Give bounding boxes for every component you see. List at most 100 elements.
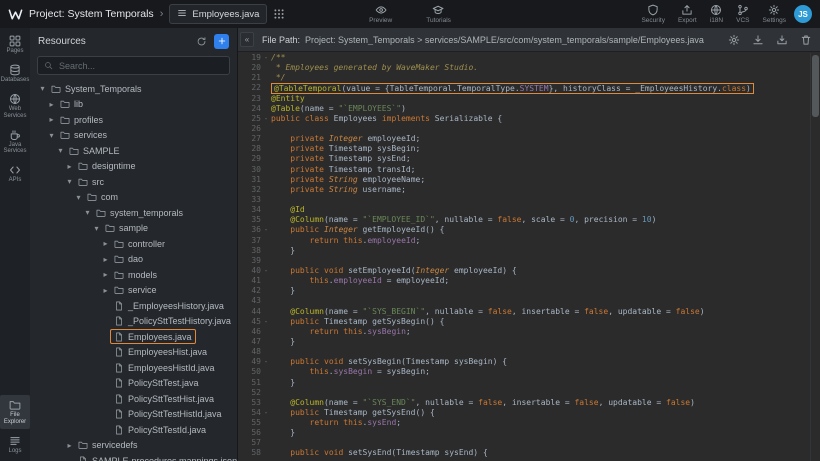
code-line-23[interactable]: 23@Entity: [238, 94, 811, 104]
code-editor[interactable]: 19-/**20 * Employees generated by WaveMa…: [238, 53, 811, 461]
expand-arrow-icon[interactable]: ▾: [92, 224, 101, 233]
code-line-33[interactable]: 33: [238, 195, 811, 205]
tree-item-employeeshistory-java[interactable]: _EmployeesHistory.java: [34, 298, 237, 314]
code-line-38[interactable]: 38 }: [238, 246, 811, 256]
rail-item-file-explorer[interactable]: File Explorer: [0, 395, 30, 429]
expand-arrow-icon[interactable]: ▾: [47, 131, 56, 140]
toolbar-item-preview[interactable]: Preview: [369, 4, 392, 24]
code-line-21[interactable]: 21 */: [238, 73, 811, 83]
rail-item-apis[interactable]: APIs: [0, 160, 30, 187]
tree-item-com[interactable]: ▾com: [34, 190, 237, 206]
fold-marker-icon[interactable]: -: [261, 357, 271, 367]
wavemaker-logo[interactable]: [8, 7, 23, 22]
save-file-button[interactable]: [776, 34, 788, 46]
fold-marker-icon[interactable]: -: [261, 225, 271, 235]
tree-item-employees-java[interactable]: Employees.java: [34, 329, 237, 345]
scrollbar-thumb[interactable]: [812, 55, 819, 117]
code-line-30[interactable]: 30 private Timestamp transId;: [238, 165, 811, 175]
tree-item-sample-procedures-mappings-json[interactable]: SAMPLE-procedures mappings.json: [34, 453, 237, 461]
tree-item-policystttest-java[interactable]: PolicySttTest.java: [34, 376, 237, 392]
user-avatar[interactable]: JS: [794, 5, 812, 23]
code-line-27[interactable]: 27 private Integer employeeId;: [238, 134, 811, 144]
tree-item-employeeshistid-java[interactable]: EmployeesHistId.java: [34, 360, 237, 376]
toolbar-item-vcs[interactable]: VCS: [736, 4, 749, 24]
tree-item-services[interactable]: ▾services: [34, 128, 237, 144]
code-line-32[interactable]: 32 private String username;: [238, 185, 811, 195]
code-line-47[interactable]: 47 }: [238, 337, 811, 347]
tree-item-servicedefs[interactable]: ▸servicedefs: [34, 438, 237, 454]
tree-item-policystttestid-java[interactable]: PolicySttTestId.java: [34, 422, 237, 438]
code-line-54[interactable]: 54- public Timestamp getSysEnd() {: [238, 408, 811, 418]
expand-arrow-icon[interactable]: ▸: [47, 115, 56, 124]
code-line-20[interactable]: 20 * Employees generated by WaveMaker St…: [238, 63, 811, 73]
code-line-49[interactable]: 49- public void setSysBegin(Timestamp sy…: [238, 357, 811, 367]
apps-grid-icon[interactable]: [273, 8, 285, 20]
code-line-19[interactable]: 19-/**: [238, 53, 811, 63]
tree-item-controller[interactable]: ▸controller: [34, 236, 237, 252]
expand-arrow-icon[interactable]: ▸: [101, 286, 110, 295]
rail-item-pages[interactable]: Pages: [0, 31, 30, 58]
tree-item-models[interactable]: ▸models: [34, 267, 237, 283]
rail-item-java-services[interactable]: Java Services: [0, 125, 30, 159]
code-line-37[interactable]: 37 return this.employeeId;: [238, 236, 811, 246]
code-line-53[interactable]: 53 @Column(name = "`SYS_END`", nullable …: [238, 398, 811, 408]
tree-item-policystttesthist-java[interactable]: PolicySttTestHist.java: [34, 391, 237, 407]
code-line-42[interactable]: 42 }: [238, 286, 811, 296]
expand-arrow-icon[interactable]: ▾: [38, 84, 47, 93]
tree-item-policystttesthistid-java[interactable]: PolicySttTestHistId.java: [34, 407, 237, 423]
expand-arrow-icon[interactable]: ▸: [101, 239, 110, 248]
code-line-25[interactable]: 25-public class Employees implements Ser…: [238, 114, 811, 124]
code-line-34[interactable]: 34 @Id: [238, 205, 811, 215]
toolbar-item-i18n[interactable]: i18N: [710, 4, 723, 24]
code-line-28[interactable]: 28 private Timestamp sysBegin;: [238, 144, 811, 154]
expand-arrow-icon[interactable]: ▸: [47, 100, 56, 109]
tree-item-profiles[interactable]: ▸profiles: [34, 112, 237, 128]
toolbar-item-export[interactable]: Export: [678, 4, 697, 24]
expand-arrow-icon[interactable]: ▸: [65, 441, 74, 450]
code-line-50[interactable]: 50 this.sysBegin = sysBegin;: [238, 367, 811, 377]
search-input[interactable]: [57, 60, 223, 72]
rail-item-web-services[interactable]: Web Services: [0, 89, 30, 123]
collapse-panel-button[interactable]: «: [240, 32, 254, 47]
add-resource-button[interactable]: [214, 34, 229, 49]
tree-item-system-temporals[interactable]: ▾system_temporals: [34, 205, 237, 221]
rail-item-logs[interactable]: Logs: [0, 431, 30, 458]
tree-item-employeeshist-java[interactable]: EmployeesHist.java: [34, 345, 237, 361]
toolbar-item-tutorials[interactable]: Tutorials: [426, 4, 451, 24]
code-line-51[interactable]: 51 }: [238, 378, 811, 388]
code-line-58[interactable]: 58 public void setSysEnd(Timestamp sysEn…: [238, 448, 811, 458]
tree-item-service[interactable]: ▸service: [34, 283, 237, 299]
code-line-55[interactable]: 55 return this.sysEnd;: [238, 418, 811, 428]
download-file-button[interactable]: [752, 34, 764, 46]
tree-item-designtime[interactable]: ▸designtime: [34, 159, 237, 175]
code-line-41[interactable]: 41 this.employeeId = employeeId;: [238, 276, 811, 286]
tree-item-sample[interactable]: ▾sample: [34, 221, 237, 237]
code-line-46[interactable]: 46 return this.sysBegin;: [238, 327, 811, 337]
rail-item-databases[interactable]: Databases: [0, 60, 30, 87]
code-line-52[interactable]: 52: [238, 388, 811, 398]
code-line-36[interactable]: 36- public Integer getEmployeeId() {: [238, 225, 811, 235]
expand-arrow-icon[interactable]: ▸: [101, 270, 110, 279]
tree-item-dao[interactable]: ▸dao: [34, 252, 237, 268]
code-line-39[interactable]: 39: [238, 256, 811, 266]
fold-marker-icon[interactable]: -: [261, 266, 271, 276]
expand-arrow-icon[interactable]: ▾: [56, 146, 65, 155]
tree-item-lib[interactable]: ▸lib: [34, 97, 237, 113]
fold-marker-icon[interactable]: -: [261, 317, 271, 327]
code-line-29[interactable]: 29 private Timestamp sysEnd;: [238, 154, 811, 164]
code-line-31[interactable]: 31 private String employeeName;: [238, 175, 811, 185]
fold-marker-icon[interactable]: -: [261, 114, 271, 124]
tree-item-system-temporals[interactable]: ▾System_Temporals: [34, 81, 237, 97]
delete-file-button[interactable]: [800, 34, 812, 46]
code-line-43[interactable]: 43: [238, 296, 811, 306]
code-line-26[interactable]: 26: [238, 124, 811, 134]
code-line-57[interactable]: 57: [238, 438, 811, 448]
toolbar-item-security[interactable]: Security: [641, 4, 664, 24]
expand-arrow-icon[interactable]: ▾: [74, 193, 83, 202]
fold-marker-icon[interactable]: -: [261, 408, 271, 418]
expand-arrow-icon[interactable]: ▾: [65, 177, 74, 186]
tree-item-src[interactable]: ▾src: [34, 174, 237, 190]
code-line-35[interactable]: 35 @Column(name = "`EMPLOYEE_ID`", nulla…: [238, 215, 811, 225]
expand-arrow-icon[interactable]: ▸: [101, 255, 110, 264]
file-tab[interactable]: Employees.java: [169, 4, 267, 24]
